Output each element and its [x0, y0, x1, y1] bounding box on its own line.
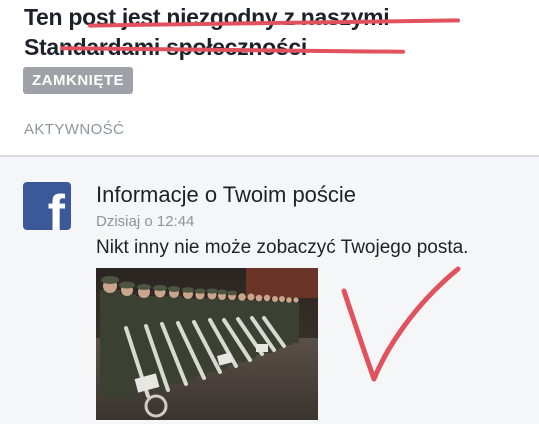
post-title: Ten post jest niezgodny z naszymi Standa… [24, 4, 390, 60]
facebook-logo-icon: f [23, 182, 71, 230]
notification-message: Nikt inny nie może zobaczyć Twojego post… [96, 237, 469, 258]
post-photo[interactable] [96, 268, 318, 420]
status-badge: ZAMKNIĘTE [23, 67, 133, 94]
section-label: AKTYWNOŚĆ [24, 121, 125, 138]
post-header: Ten post jest niezgodny z naszymi Standa… [0, 0, 539, 157]
notification-title: Informacje o Twoim poście [96, 182, 357, 207]
notification-time: Dzisiaj o 12:44 [96, 213, 195, 230]
parade-photo-illustration [96, 268, 318, 420]
red-checkmark-drawing [341, 266, 461, 382]
